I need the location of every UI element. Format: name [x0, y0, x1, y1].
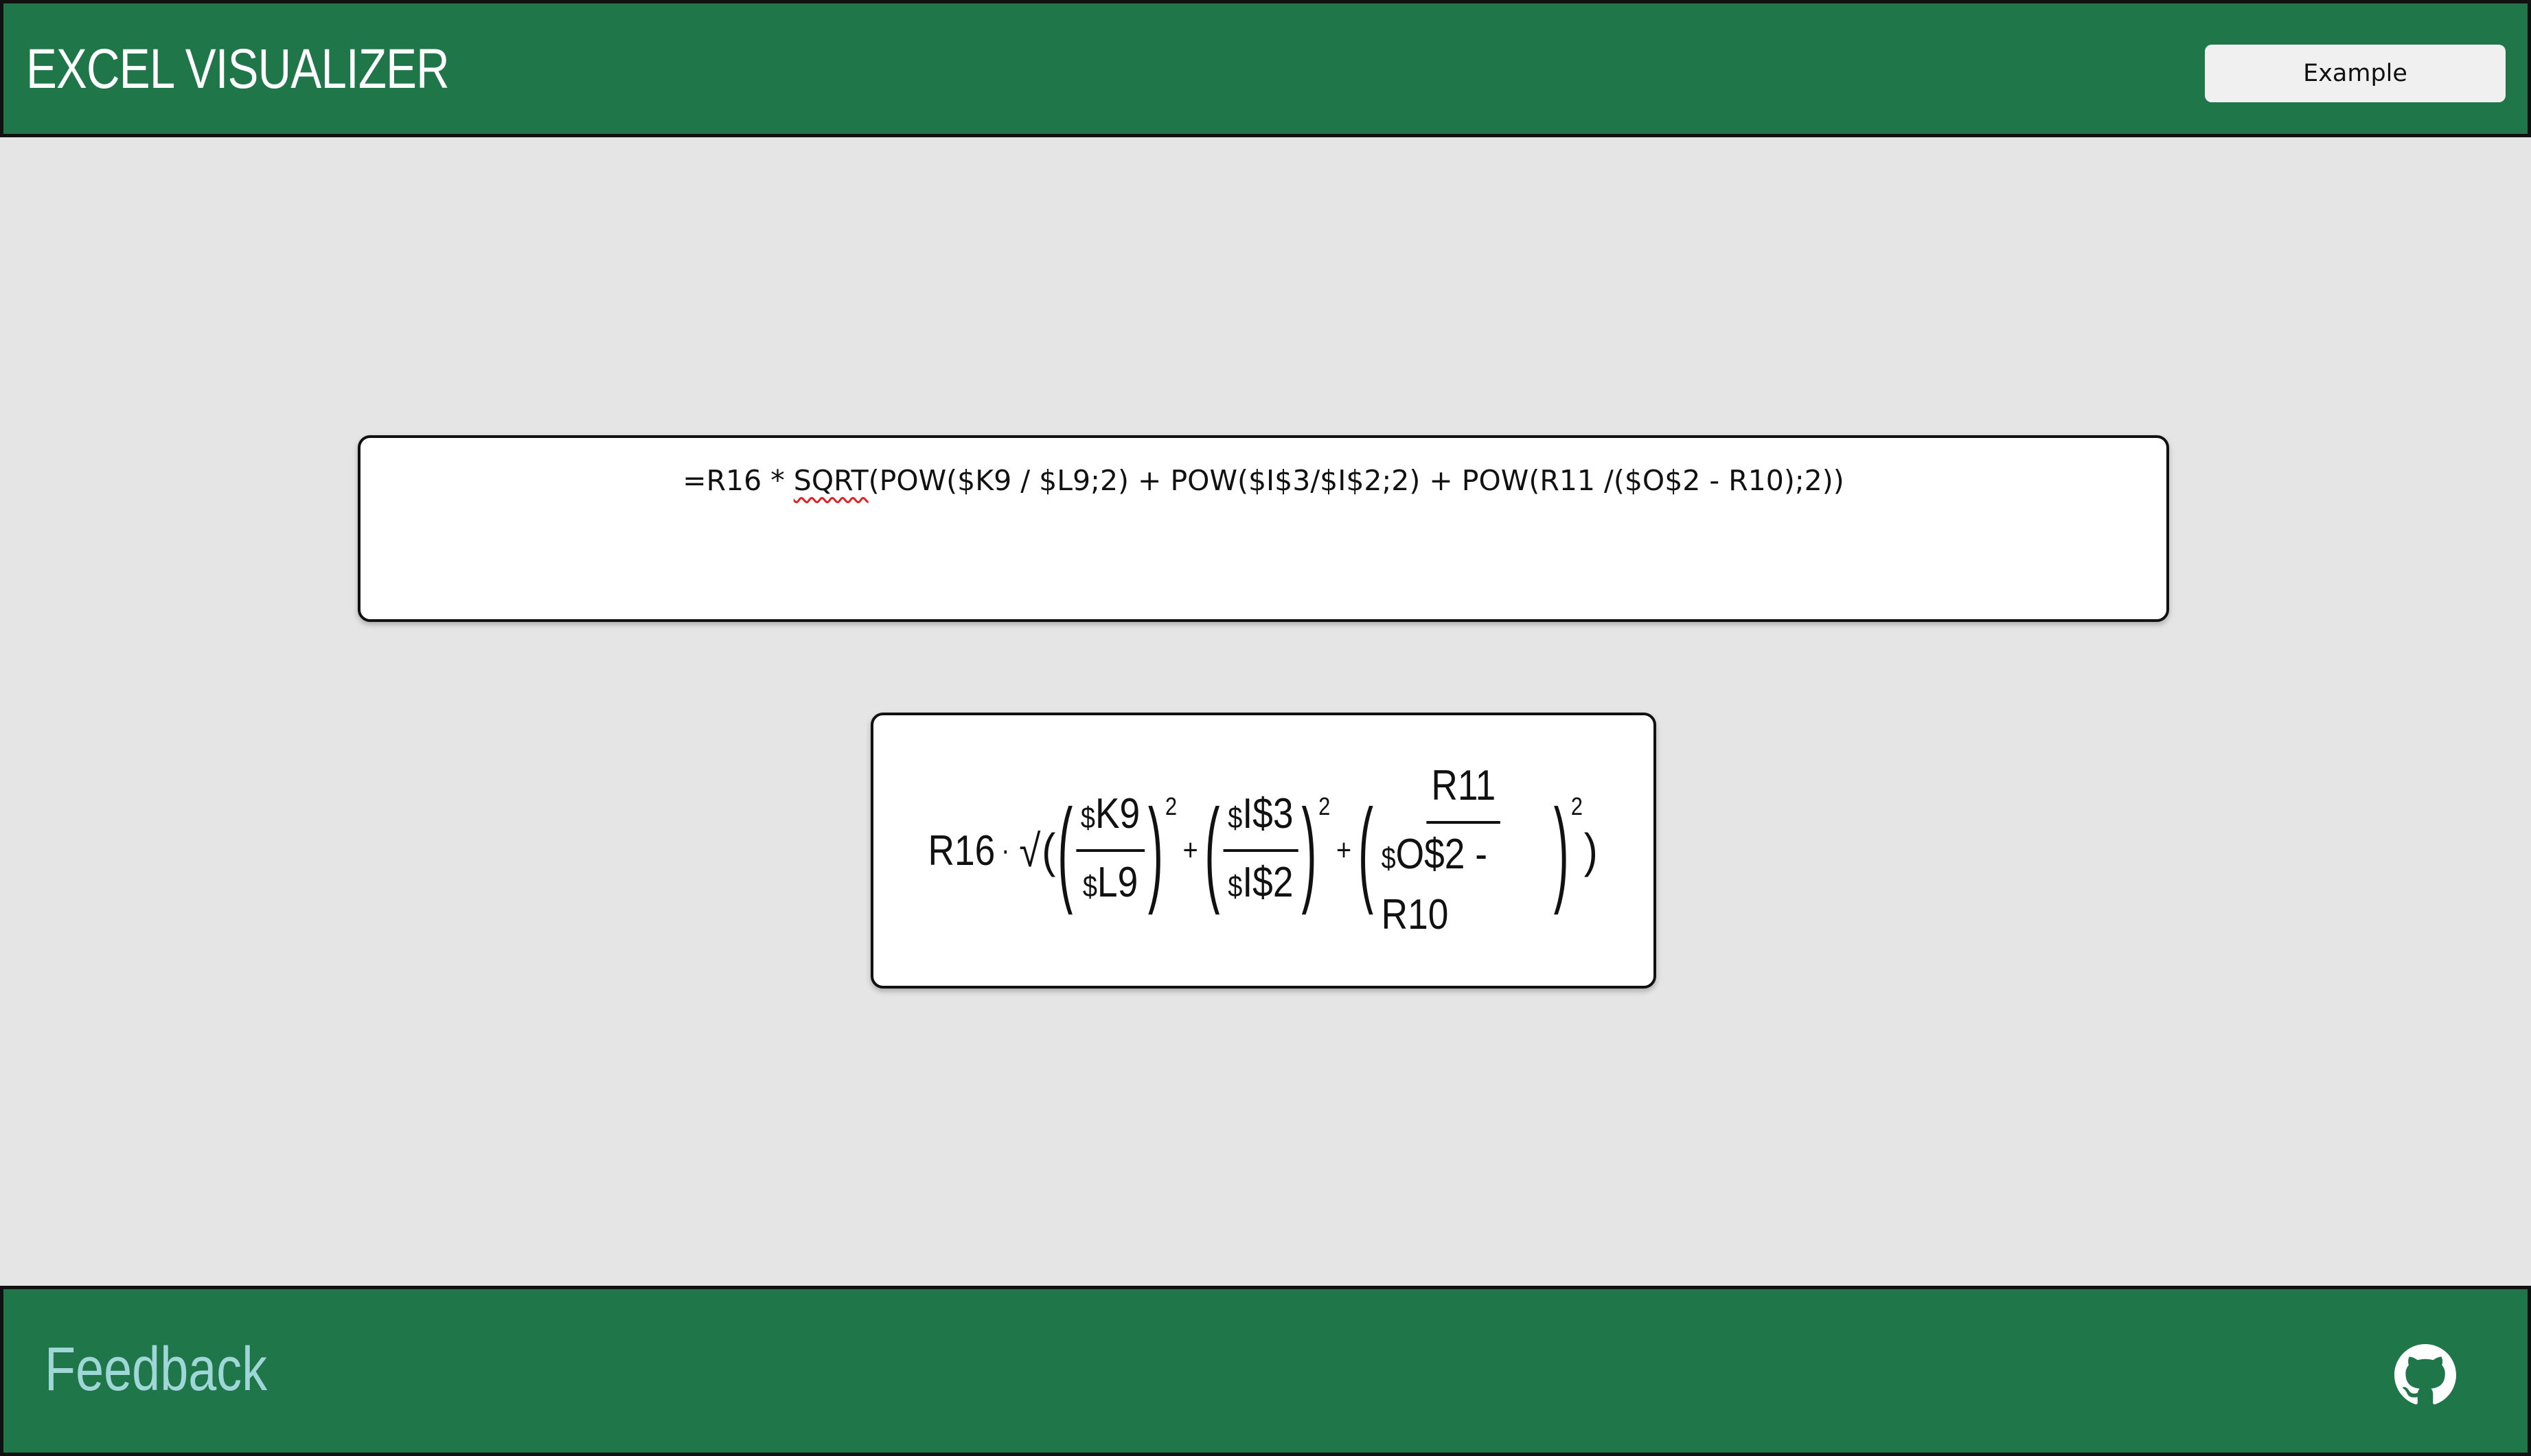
term1-close-paren: )	[1147, 785, 1163, 916]
exponent: 2	[1318, 792, 1331, 820]
term2-close-paren: )	[1301, 785, 1317, 916]
fraction-denominator: $O$2 - R10	[1381, 831, 1488, 938]
formula-preview: R16 · √ ( ( $K9 $L9 ) 2 + ( $I$3 $I$2 ) …	[873, 715, 1653, 986]
fraction-denominator: $I$2	[1228, 859, 1294, 906]
math-lead: R16	[928, 827, 996, 875]
formula-preview-box: R16 · √ ( ( $K9 $L9 ) 2 + ( $I$3 $I$2 ) …	[871, 713, 1656, 989]
fraction-term-3: R11 $O$2 - R10	[1377, 758, 1550, 943]
plus-sign: +	[1182, 833, 1198, 867]
fraction-term-1: $K9 $L9	[1076, 786, 1145, 915]
fraction-numerator: $I$3	[1223, 786, 1298, 852]
term3-open-paren: (	[1358, 785, 1373, 916]
footer-bar: Feedback	[0, 1286, 2531, 1456]
sqrt-open-paren: (	[1042, 824, 1056, 877]
example-button[interactable]: Example	[2205, 45, 2506, 102]
formula-input-text[interactable]: =R16 * SQRT(POW($K9 / $L9;2) + POW($I$3/…	[360, 464, 2166, 497]
term1-open-paren: (	[1057, 785, 1073, 916]
math-dot: ·	[1000, 833, 1010, 867]
sqrt-close-paren: )	[1583, 824, 1598, 877]
spellcheck-word: SQRT	[793, 464, 869, 497]
fraction-numerator: $K9	[1076, 786, 1145, 852]
exponent: 2	[1165, 792, 1178, 820]
math-row: R16 · √ ( ( $K9 $L9 ) 2 + ( $I$3 $I$2 ) …	[928, 758, 1599, 943]
fraction-term-2: $I$3 $I$2	[1223, 786, 1298, 915]
fraction-numerator: R11	[1426, 758, 1501, 824]
app-title: EXCEL VISUALIZER	[26, 38, 450, 100]
term2-open-paren: (	[1204, 785, 1220, 916]
github-icon[interactable]	[2394, 1344, 2456, 1406]
term3-close-paren: )	[1553, 785, 1569, 916]
formula-text-rest: (POW($K9 / $L9;2) + POW($I$3/$I$2;2) + P…	[868, 464, 1844, 497]
plus-sign: +	[1336, 833, 1352, 867]
feedback-link[interactable]: Feedback	[45, 1334, 267, 1405]
header-bar: EXCEL VISUALIZER Example	[0, 0, 2531, 137]
sqrt-symbol: √	[1019, 825, 1041, 876]
formula-text-start: =R16 *	[683, 464, 794, 497]
exponent: 2	[1570, 792, 1583, 820]
fraction-denominator: $L9	[1082, 859, 1138, 906]
formula-input-box[interactable]: =R16 * SQRT(POW($K9 / $L9;2) + POW($I$3/…	[358, 435, 2169, 622]
